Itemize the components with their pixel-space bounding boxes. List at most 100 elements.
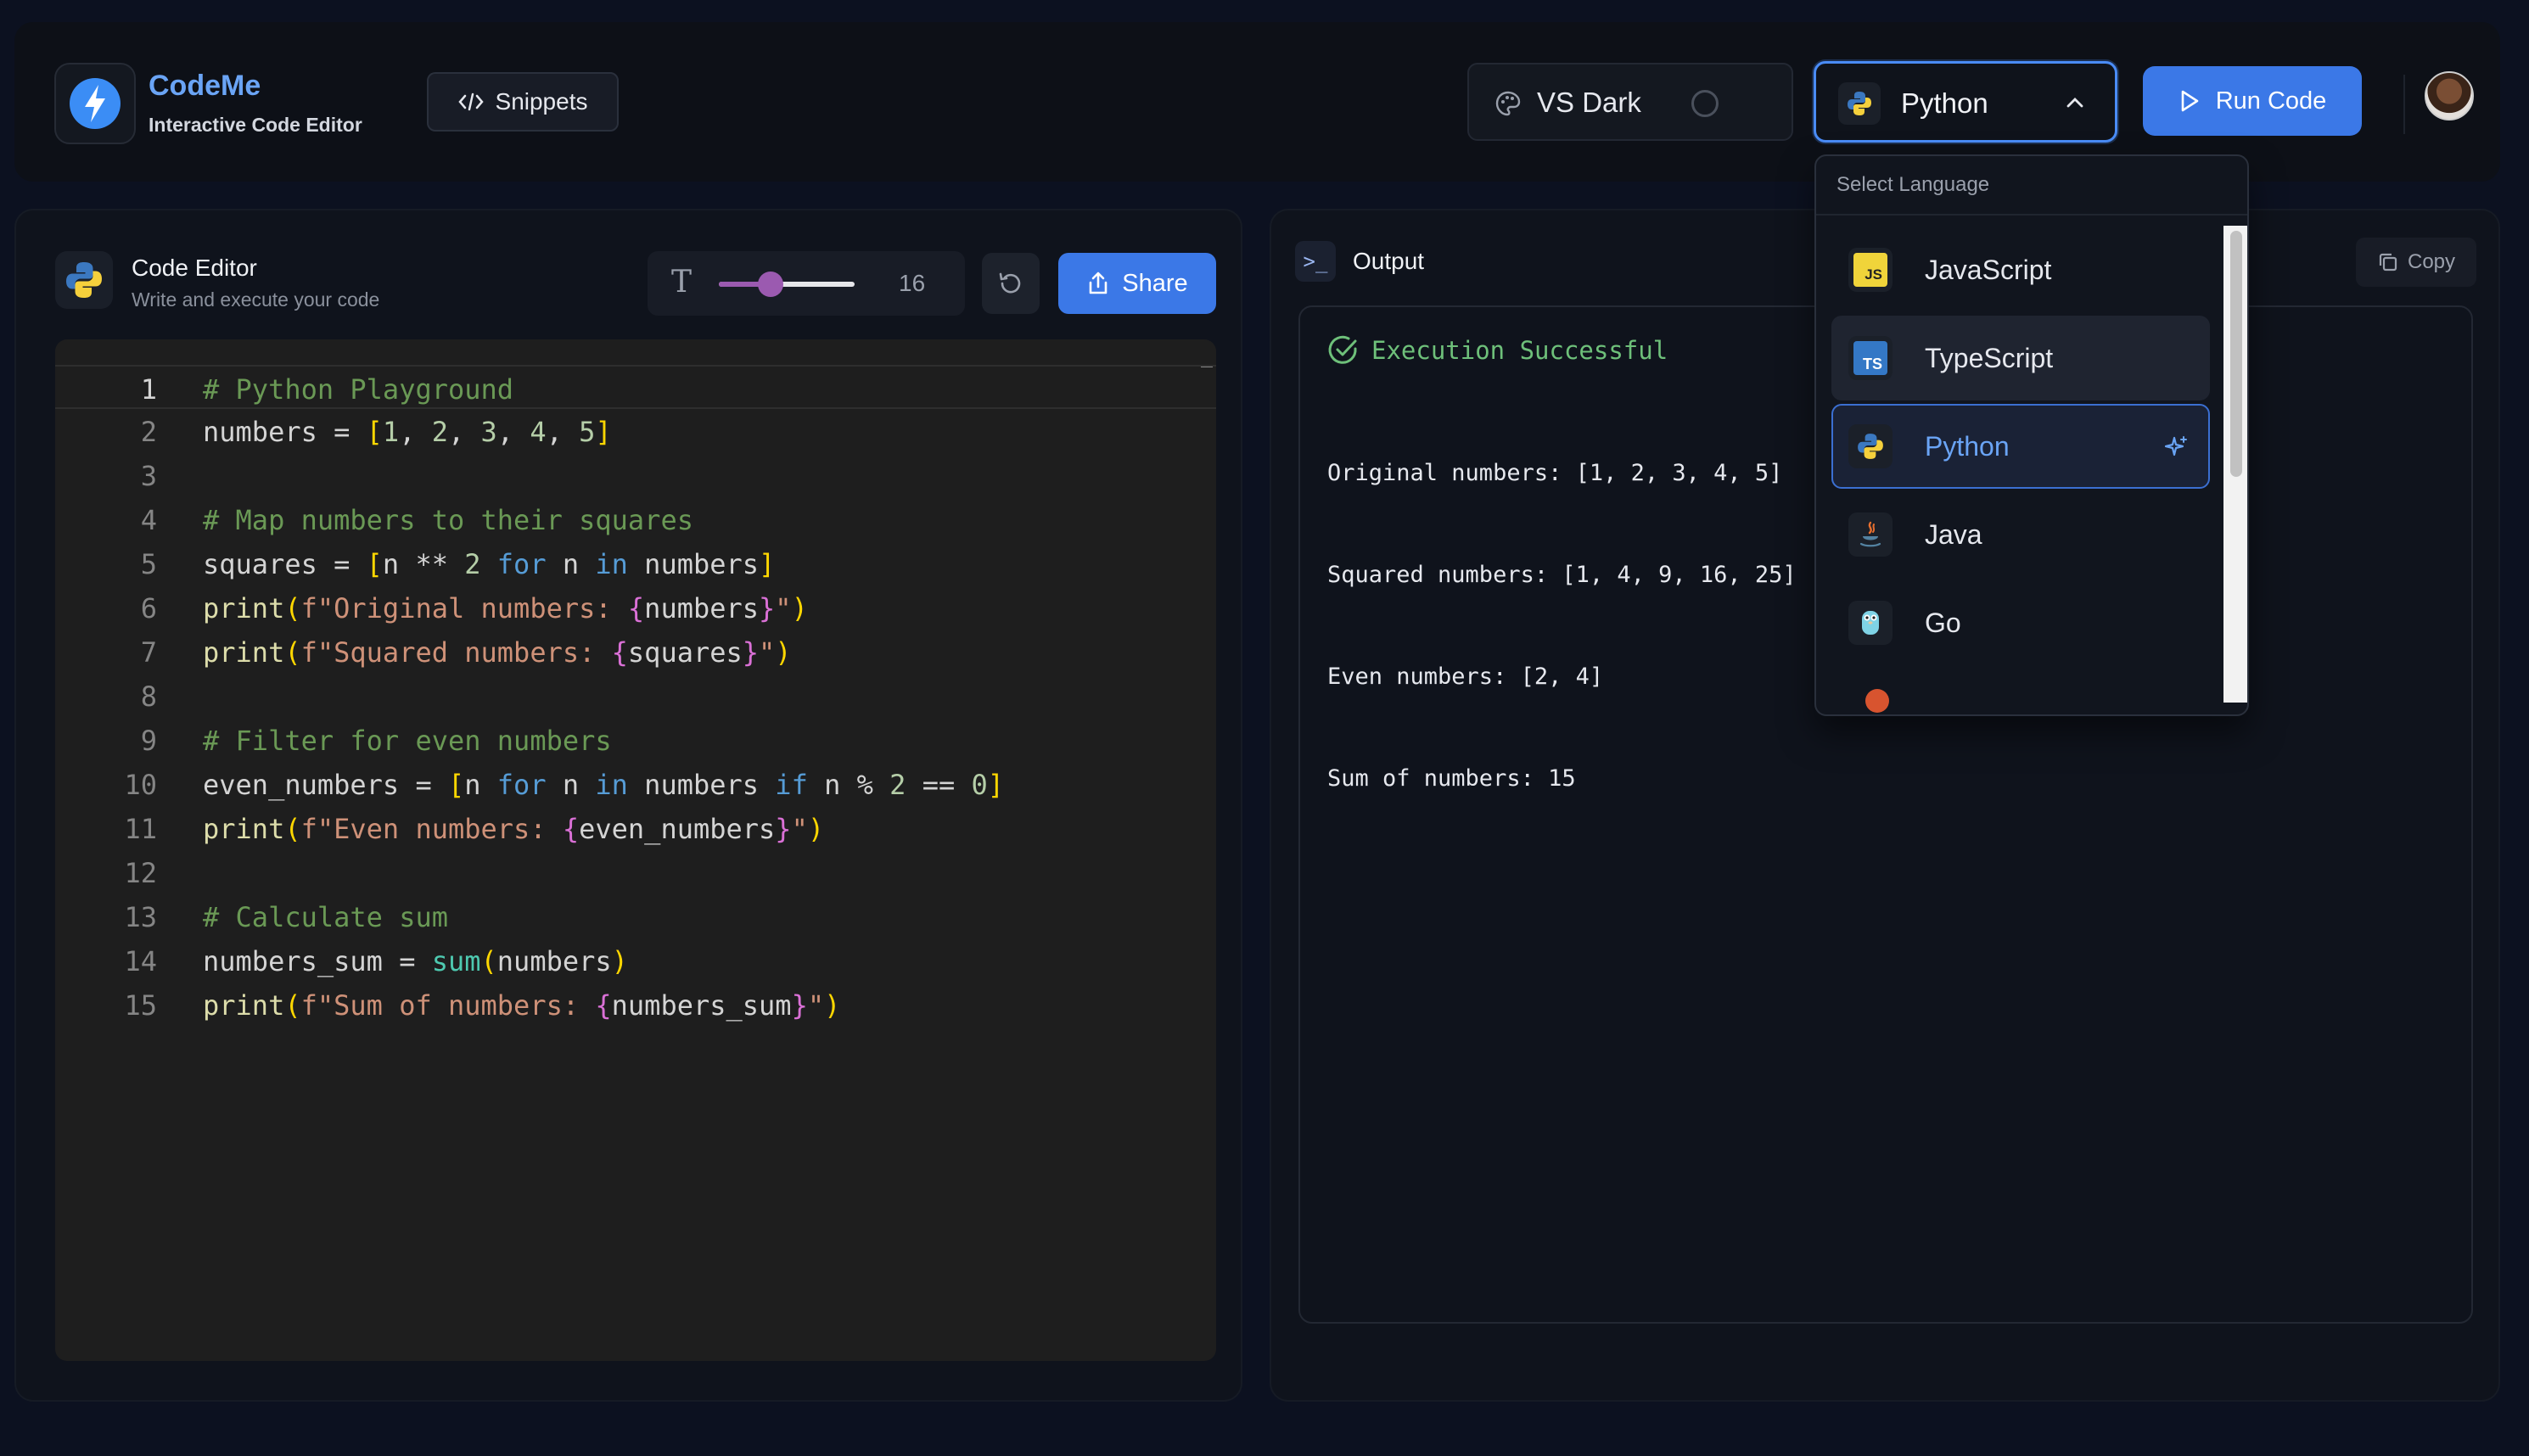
dropdown-scrollbar-thumb[interactable] — [2230, 231, 2242, 477]
language-option-go[interactable]: Go — [1831, 580, 2210, 665]
code-token: 5 — [579, 416, 596, 448]
python-icon — [1848, 424, 1893, 468]
typescript-icon: TS — [1848, 336, 1893, 380]
code-token: , — [447, 416, 481, 448]
code-token: [ — [447, 769, 465, 801]
language-option-label: Go — [1925, 608, 1961, 638]
code-text: print(f"Original numbers: {numbers}") — [203, 592, 808, 624]
code-token: # Calculate sum — [203, 901, 448, 933]
language-option-typescript[interactable]: TS TypeScript — [1831, 316, 2210, 400]
code-line[interactable]: 15 print(f"Sum of numbers: {numbers_sum}"… — [55, 983, 1216, 1027]
line-number: 4 — [140, 504, 157, 536]
code-editor[interactable]: 1 # Python Playground 2 numbers = [1, 2, 3,… — [55, 339, 1216, 1361]
language-option-python[interactable]: Python — [1831, 404, 2210, 489]
java-icon — [1848, 512, 1893, 557]
code-line[interactable]: 13 # Calculate sum — [55, 894, 1216, 938]
code-text: # Map numbers to their squares — [203, 504, 693, 536]
code-line[interactable]: 2 numbers = [1, 2, 3, 4, 5] — [55, 409, 1216, 453]
code-token: } — [759, 592, 776, 624]
output-title: Output — [1353, 248, 1425, 274]
theme-toggle-icon[interactable] — [1691, 90, 1719, 117]
code-token: { — [595, 989, 612, 1022]
code-line[interactable]: 4 # Map numbers to their squares — [55, 497, 1216, 541]
copy-icon — [2379, 253, 2397, 272]
code-token: print — [203, 813, 285, 845]
code-token: numbers — [627, 769, 776, 801]
code-text: print(f"Squared numbers: {squares}") — [203, 636, 792, 669]
code-line[interactable]: 10 even_numbers = [n for n in numbers if … — [55, 762, 1216, 806]
run-code-button[interactable]: Run Code — [2143, 66, 2362, 136]
javascript-icon: JS — [1848, 248, 1893, 292]
code-token: 2 — [889, 769, 906, 801]
code-editor-panel: Code Editor Write and execute your code … — [14, 209, 1242, 1402]
reset-icon — [999, 272, 1021, 294]
code-line[interactable]: 1 # Python Playground — [55, 365, 1216, 409]
code-text: # Python Playground — [203, 373, 513, 406]
snippets-button[interactable]: Snippets — [427, 72, 619, 132]
language-select[interactable]: Python — [1814, 61, 2117, 143]
line-number: 5 — [140, 548, 157, 580]
reset-code-button[interactable] — [982, 253, 1040, 314]
line-number: 8 — [140, 680, 157, 713]
code-token: ] — [987, 769, 1005, 801]
code-token: n ** — [382, 548, 465, 580]
code-token: " — [775, 592, 792, 624]
code-token: even_numbers = — [203, 769, 448, 801]
code-token: ( — [480, 945, 497, 977]
font-size-slider-handle[interactable] — [757, 272, 783, 297]
user-avatar[interactable] — [2425, 71, 2474, 120]
code-token: 2 — [464, 548, 481, 580]
code-token: 1 — [382, 416, 400, 448]
code-token: [ — [366, 548, 383, 580]
code-text: numbers_sum = sum(numbers) — [203, 945, 628, 977]
code-token: even_numbers — [579, 813, 776, 845]
code-line[interactable]: 6 print(f"Original numbers: {numbers}") — [55, 585, 1216, 630]
editor-subtitle: Write and execute your code — [132, 288, 380, 311]
app-logo[interactable] — [54, 63, 136, 144]
language-option-label: JavaScript — [1925, 255, 2052, 285]
font-size-slider[interactable] — [719, 272, 855, 297]
code-token: ] — [759, 548, 776, 580]
code-token: print — [203, 636, 285, 669]
theme-label: VS Dark — [1537, 87, 1641, 118]
code-token: ] — [595, 416, 612, 448]
app-subtitle: Interactive Code Editor — [149, 114, 362, 136]
code-token: } — [775, 813, 792, 845]
line-number: 15 — [124, 989, 157, 1022]
output-text: Original numbers: [1, 2, 3, 4, 5] Square… — [1327, 389, 1797, 864]
code-line[interactable]: 3 — [55, 453, 1216, 497]
app-name: CodeMe — [149, 70, 261, 102]
output-line: Even numbers: [2, 4] — [1327, 664, 1604, 690]
code-token: ) — [824, 989, 841, 1022]
line-number: 3 — [140, 460, 157, 492]
line-number: 10 — [124, 769, 157, 801]
theme-selector[interactable]: VS Dark — [1467, 63, 1793, 141]
code-token: print — [203, 989, 285, 1022]
dropdown-heading: Select Language — [1816, 156, 2247, 216]
code-token: ) — [611, 945, 628, 977]
code-token: " — [791, 813, 808, 845]
code-text: print(f"Even numbers: {even_numbers}") — [203, 813, 824, 845]
language-option-javascript[interactable]: JS JavaScript — [1831, 227, 2210, 312]
code-token: 2 — [431, 416, 448, 448]
language-option-java[interactable]: Java — [1831, 492, 2210, 577]
share-button[interactable]: Share — [1058, 253, 1216, 314]
code-token: ) — [775, 636, 792, 669]
code-text: # Calculate sum — [203, 901, 448, 933]
code-token: f"Squared numbers: — [300, 636, 612, 669]
copy-output-button[interactable]: Copy — [2356, 238, 2476, 287]
code-token: ( — [284, 989, 301, 1022]
share-icon — [1089, 272, 1107, 294]
code-line[interactable]: 5 squares = [n ** 2 for n in numbers] — [55, 541, 1216, 585]
lightning-logo-icon — [70, 78, 121, 129]
code-line[interactable]: 14 numbers_sum = sum(numbers) — [55, 938, 1216, 983]
code-line[interactable]: 7 print(f"Squared numbers: {squares}") — [55, 630, 1216, 674]
code-token: " — [807, 989, 825, 1022]
code-text: numbers = [1, 2, 3, 4, 5] — [203, 416, 612, 448]
code-token: , — [496, 416, 530, 448]
code-line[interactable]: 9 # Filter for even numbers — [55, 718, 1216, 762]
code-line[interactable]: 12 — [55, 850, 1216, 894]
dropdown-scrollbar[interactable] — [2223, 226, 2247, 703]
code-line[interactable]: 11 print(f"Even numbers: {even_numbers}") — [55, 806, 1216, 850]
code-line[interactable]: 8 — [55, 674, 1216, 718]
